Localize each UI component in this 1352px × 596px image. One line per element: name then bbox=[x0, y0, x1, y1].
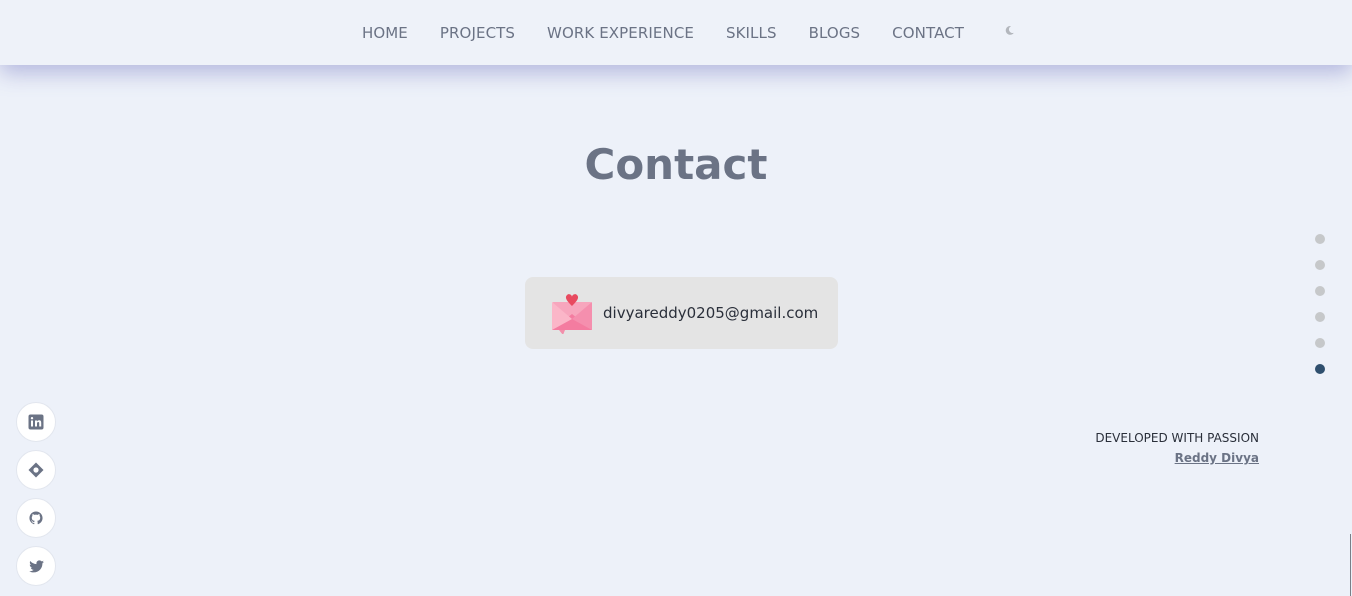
nav-item-skills[interactable]: SKILLS bbox=[726, 24, 777, 42]
nav-list: HOME PROJECTS WORK EXPERIENCE SKILLS BLO… bbox=[346, 24, 1016, 42]
page-title: Contact bbox=[584, 140, 768, 189]
nav-item-work-experience[interactable]: WORK EXPERIENCE bbox=[547, 24, 694, 42]
love-letter-icon bbox=[552, 294, 592, 334]
linkedin-icon bbox=[28, 414, 44, 430]
scroll-edge-line bbox=[1350, 534, 1351, 596]
twitter-icon bbox=[28, 559, 44, 572]
footer-credit: DEVELOPED WITH PASSION Reddy Divya bbox=[1095, 431, 1259, 466]
section-dot-1[interactable] bbox=[1315, 234, 1325, 244]
github-button[interactable] bbox=[16, 498, 56, 538]
section-dot-6-active[interactable] bbox=[1315, 364, 1325, 374]
social-links bbox=[16, 402, 56, 594]
nav-item-contact[interactable]: CONTACT bbox=[892, 24, 964, 42]
section-dot-nav bbox=[1315, 234, 1325, 390]
email-card[interactable]: divyareddy0205@gmail.com bbox=[525, 277, 838, 349]
nav-item-projects[interactable]: PROJECTS bbox=[440, 24, 515, 42]
linkedin-button[interactable] bbox=[16, 402, 56, 442]
github-icon bbox=[29, 511, 43, 525]
nav-item-home[interactable]: HOME bbox=[362, 24, 408, 42]
section-dot-5[interactable] bbox=[1315, 338, 1325, 348]
theme-toggle-button[interactable] bbox=[1002, 24, 1016, 38]
top-navbar: HOME PROJECTS WORK EXPERIENCE SKILLS BLO… bbox=[0, 0, 1352, 65]
nav-item-blogs[interactable]: BLOGS bbox=[809, 24, 861, 42]
section-dot-3[interactable] bbox=[1315, 286, 1325, 296]
footer-tagline: DEVELOPED WITH PASSION bbox=[1095, 431, 1259, 445]
footer-author-link[interactable]: Reddy Divya bbox=[1175, 451, 1259, 465]
moon-icon bbox=[1005, 25, 1014, 35]
hashnode-button[interactable] bbox=[16, 450, 56, 490]
section-dot-4[interactable] bbox=[1315, 312, 1325, 322]
twitter-button[interactable] bbox=[16, 546, 56, 586]
section-dot-2[interactable] bbox=[1315, 260, 1325, 270]
hashnode-icon bbox=[28, 462, 44, 478]
email-address: divyareddy0205@gmail.com bbox=[603, 304, 819, 322]
